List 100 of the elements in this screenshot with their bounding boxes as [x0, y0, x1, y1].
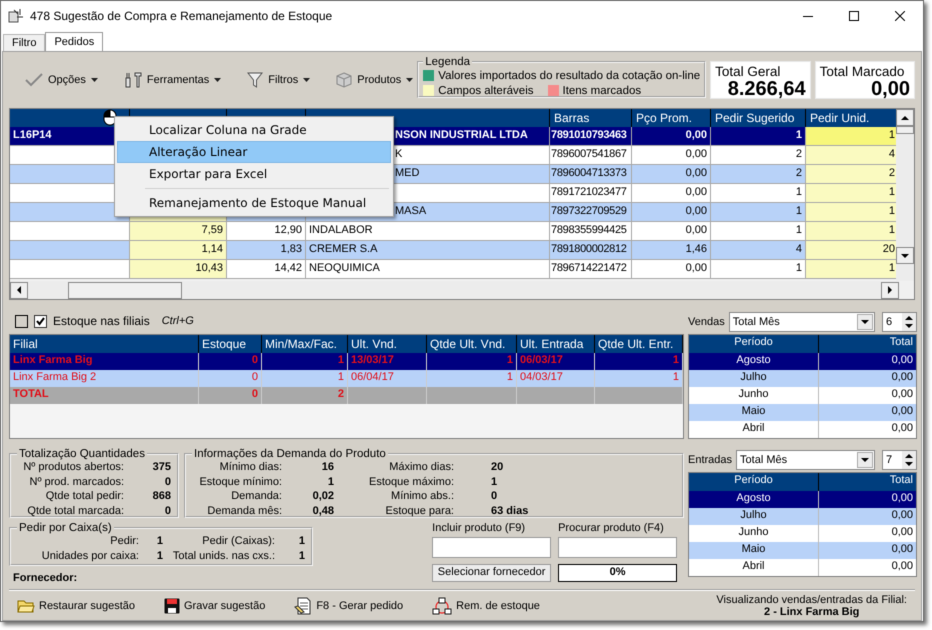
field-value: 16 [320, 460, 334, 474]
table-cell: 1 [806, 203, 896, 222]
checkbox[interactable] [34, 314, 47, 328]
select-supplier-button[interactable]: Selecionar fornecedor [432, 564, 552, 582]
progress-text: 0% [608, 566, 626, 578]
field-value: 1 [298, 549, 305, 564]
action-button[interactable]: Gravar sugestão [164, 598, 266, 614]
period-row[interactable]: Julho 0,00 [689, 370, 916, 387]
table-cell: NEOQUIMICA [306, 260, 550, 279]
toolbar-button[interactable]: Produtos [332, 68, 418, 92]
field-label: Mínimo abs.: [390, 489, 454, 504]
scroll-left-button[interactable] [10, 282, 28, 298]
toolbar-button[interactable]: Filtros [243, 68, 314, 92]
app-icon [8, 8, 24, 24]
table-cell: 0 [199, 387, 262, 404]
scroll-right-button[interactable] [881, 282, 899, 298]
total-label: Total Geral [715, 64, 782, 79]
action-button[interactable]: F8 - Gerar pedido [294, 596, 404, 614]
field-value: 20 [490, 460, 504, 474]
count-spinner[interactable]: 6 [882, 312, 917, 332]
legend-title: Legenda [424, 56, 472, 68]
scrollbar-thumb[interactable] [68, 282, 182, 298]
field-value: 1 [156, 549, 163, 564]
table-cell: 10,43 [130, 260, 227, 279]
grid-row[interactable]: 7,59 12,90 INDALABOR 7898355994425 0,00 1 1 [10, 222, 896, 241]
field-value: 868 [152, 489, 171, 504]
table-cell-text: 0,00 [890, 404, 914, 419]
input-field[interactable] [558, 537, 677, 558]
table-cell-text: 0,00 [890, 525, 914, 540]
column-header[interactable]: Total [819, 335, 916, 353]
field-label: Qtde total marcada: [26, 504, 124, 518]
table-cell-text: 0,00 [890, 387, 914, 402]
group-title: Totalização Quantidades [18, 448, 146, 460]
table-cell-text: 0,00 [890, 353, 914, 368]
period-row[interactable]: Maio 0,00 [689, 542, 916, 559]
shortcut-hint: Ctrl+G [162, 315, 194, 327]
field-label: Demanda mês: [206, 504, 282, 518]
table-cell: 7,59 [130, 222, 227, 241]
period-row[interactable]: Julho 0,00 [689, 508, 916, 525]
entries-label: Entradas [688, 454, 732, 466]
total-label: Total Marcado [820, 64, 906, 79]
scrollbar-thumb[interactable] [896, 126, 914, 134]
tab[interactable]: Pedidos [45, 32, 104, 51]
field-value: 0,48 [312, 504, 334, 518]
period-row[interactable]: Agosto 0,00 [689, 491, 916, 508]
table-cell: Abril [689, 421, 819, 438]
table-cell-text: 0,00 [890, 421, 914, 436]
table-cell: TOTAL [10, 387, 199, 404]
sales-label: Vendas [688, 316, 725, 328]
legend-label: Campos alteráveis [438, 84, 534, 96]
input-field[interactable] [432, 537, 552, 558]
toolbar-button[interactable]: Opções [21, 68, 102, 92]
field-label: Estoque para: [384, 504, 454, 518]
table-cell: 1,14 [130, 241, 227, 260]
funnel-icon [247, 72, 264, 88]
table-cell: 14,42 [227, 260, 306, 279]
dropdown-arrow-icon [861, 320, 869, 324]
close-icon [895, 11, 905, 21]
menu-item[interactable]: Alteração Linear [117, 141, 391, 163]
period-dropdown[interactable]: Total Mês [728, 312, 875, 332]
scroll-down-button[interactable] [896, 247, 914, 264]
field-label: Nº prod. marcados: [28, 474, 124, 489]
period-row[interactable]: Maio 0,00 [689, 404, 916, 421]
group-title: Pedir por Caixa(s) [18, 522, 113, 534]
field-value: 1 [490, 474, 498, 489]
grid-row[interactable]: 1,14 1,83 CREMER S.A 7891800002812 1,46 4 20 [10, 241, 896, 260]
action-button[interactable]: Restaurar sugestão [17, 598, 135, 614]
table-cell: Abril [689, 559, 819, 576]
document-icon [294, 596, 312, 614]
period-dropdown[interactable]: Total Mês [736, 450, 875, 470]
toolbar-button[interactable]: Ferramentas [120, 68, 226, 92]
field-label: Pedir: [109, 534, 139, 549]
period-row[interactable]: Agosto 0,00 [689, 353, 916, 370]
caret-icon [406, 78, 414, 82]
action-button[interactable]: Rem. de estoque [432, 596, 540, 614]
network-icon [432, 596, 452, 614]
field-label: Qtde total pedir: [44, 489, 124, 504]
caret-icon [90, 78, 98, 82]
scroll-up-button[interactable] [896, 109, 914, 126]
table-cell: 1 [806, 127, 896, 146]
mouse-icon [103, 109, 117, 126]
column-header[interactable]: Total [819, 473, 916, 491]
field-value: 375 [152, 460, 171, 474]
grid-row[interactable]: 10,43 14,42 NEOQUIMICA 7896714221472 0,00 1 1 [10, 260, 896, 279]
total-value: 8.266,64 [726, 79, 806, 99]
arrow-right-icon [885, 285, 895, 295]
table-cell-text: 0,00 [890, 370, 914, 385]
total-value: 0,00 [870, 79, 910, 99]
window-title: 478 Sugestão de Compra e Remanejamento de Estoque [30, 9, 334, 23]
tab[interactable]: Filtro [3, 34, 46, 51]
field-label: Estoque mínimo: [198, 474, 282, 489]
field-label: Máximo dias: [388, 460, 454, 474]
count-spinner[interactable]: 7 [882, 450, 917, 470]
folder-icon [17, 598, 35, 614]
legend-label: Itens marcados [562, 84, 642, 96]
checkbox[interactable] [15, 314, 28, 328]
table-cell-text: 0,00 [890, 491, 914, 506]
field-label: Estoque máximo: [368, 474, 454, 489]
table-cell: 7896714221472 [550, 260, 632, 279]
table-cell-text: 0,00 [890, 559, 914, 574]
